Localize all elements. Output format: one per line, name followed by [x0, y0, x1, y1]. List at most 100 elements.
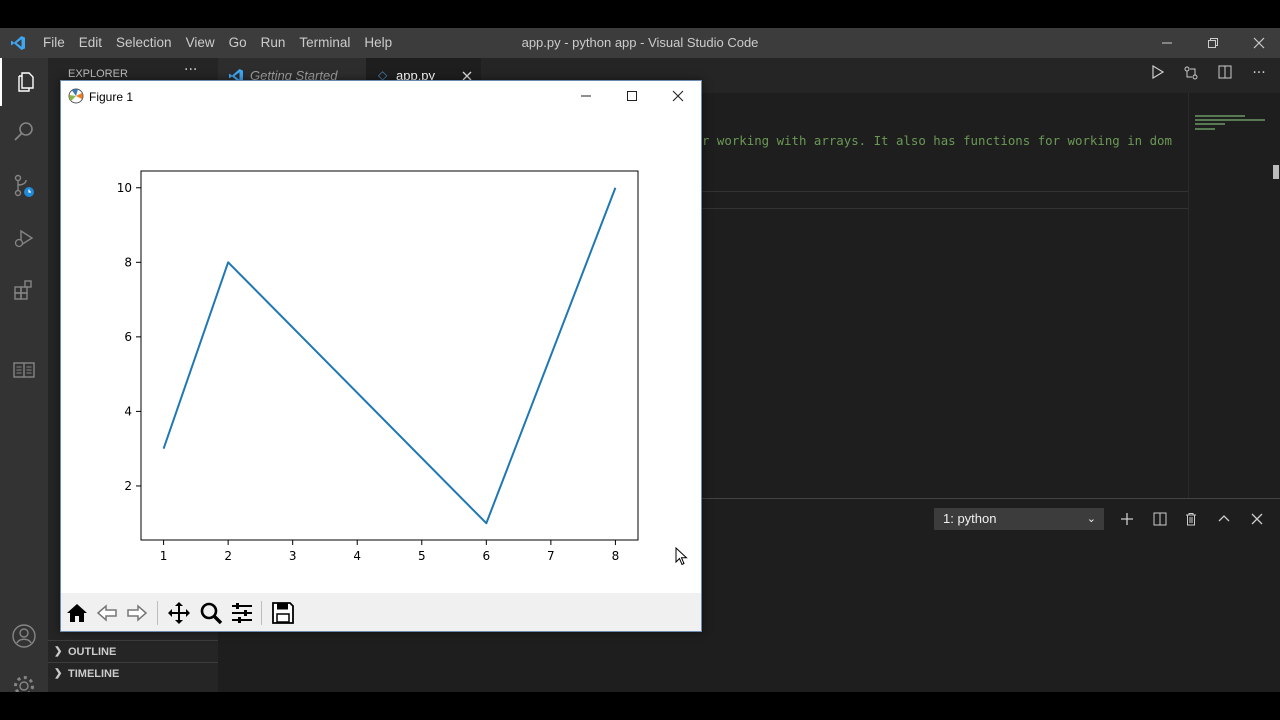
menu-view[interactable]: View — [179, 28, 222, 58]
pan-button[interactable] — [165, 600, 193, 626]
menu-edit[interactable]: Edit — [72, 28, 109, 58]
manage-activity[interactable] — [0, 662, 48, 692]
extensions-activity[interactable] — [0, 266, 48, 314]
y-tick-label: 8 — [124, 255, 132, 269]
configure-subplots-button[interactable] — [228, 600, 256, 626]
files-icon — [18, 72, 34, 92]
menu-selection[interactable]: Selection — [109, 28, 179, 58]
x-tick-label: 2 — [224, 549, 232, 563]
search-icon — [14, 122, 33, 141]
screen: File Edit Selection View Go Run Terminal… — [0, 0, 1280, 720]
trash-icon — [1186, 513, 1196, 526]
book-icon — [13, 362, 35, 378]
plot-canvas[interactable]: 1 2 3 4 5 6 7 8 2 4 6 8 10 — [61, 113, 701, 593]
axes-frame — [140, 170, 639, 541]
vscode-logo-icon — [11, 36, 25, 50]
back-icon — [96, 604, 117, 622]
minimize-button[interactable] — [1144, 28, 1190, 58]
close-window-button[interactable] — [1236, 28, 1280, 58]
minimap-slider[interactable] — [1273, 165, 1279, 179]
close-panel-button[interactable] — [1245, 508, 1269, 530]
outline-label: OUTLINE — [68, 646, 117, 658]
y-axis: 2 4 6 8 10 — [117, 181, 141, 493]
outline-section[interactable]: ❯ OUTLINE — [48, 640, 218, 662]
source-control-activity[interactable] — [0, 162, 48, 210]
more-actions-icon[interactable]: ··· — [1248, 65, 1270, 85]
close-icon — [1251, 513, 1263, 525]
y-tick-label: 4 — [124, 404, 132, 418]
minimap[interactable] — [1188, 93, 1280, 498]
terminal-select-value: 1: python — [943, 511, 997, 526]
minimize-icon — [581, 95, 591, 97]
docs-activity[interactable] — [0, 346, 48, 394]
timeline-section[interactable]: ❯ TIMELINE — [48, 662, 218, 684]
gear-icon — [14, 676, 34, 692]
zoom-button[interactable] — [197, 600, 225, 626]
title-bar: File Edit Selection View Go Run Terminal… — [0, 28, 1280, 58]
kill-terminal-button[interactable] — [1179, 508, 1203, 530]
run-icon[interactable] — [1146, 64, 1168, 85]
matplotlib-logo-icon — [68, 88, 84, 104]
activity-bar — [0, 58, 48, 692]
timeline-label: TIMELINE — [68, 668, 120, 680]
sidebar-title: EXPLORER — [68, 68, 128, 80]
figure-maximize-button[interactable] — [609, 81, 655, 111]
explorer-activity[interactable] — [0, 58, 48, 106]
menu-go[interactable]: Go — [222, 28, 254, 58]
extensions-icon — [14, 280, 32, 300]
figure-close-button[interactable] — [655, 81, 701, 111]
save-icon — [272, 602, 294, 624]
chevron-down-icon: ⌄ — [1086, 513, 1096, 525]
save-button[interactable] — [269, 600, 297, 626]
account-icon — [12, 624, 36, 648]
close-icon — [672, 90, 684, 102]
figure-title: Figure 1 — [89, 90, 134, 104]
zoom-icon — [200, 602, 223, 625]
restore-icon — [1208, 38, 1218, 48]
menu-terminal[interactable]: Terminal — [292, 28, 357, 58]
x-tick-label: 6 — [482, 549, 490, 563]
terminal-select[interactable]: 1: python ⌄ — [934, 508, 1104, 530]
more-actions-icon[interactable]: ··· — [184, 62, 197, 78]
pan-icon — [168, 602, 190, 624]
mouse-cursor-icon — [675, 547, 688, 566]
split-terminal-button[interactable] — [1148, 508, 1172, 530]
home-icon — [67, 604, 87, 622]
window-title: app.py - python app - Visual Studio Code — [521, 35, 759, 50]
maximize-panel-button[interactable] — [1212, 508, 1236, 530]
toolbar-separator — [157, 601, 158, 625]
configure-icon — [232, 603, 252, 623]
menu-run[interactable]: Run — [254, 28, 293, 58]
y-tick-label: 2 — [124, 479, 132, 493]
menu-help[interactable]: Help — [357, 28, 399, 58]
y-tick-label: 10 — [117, 181, 132, 195]
search-activity[interactable] — [0, 108, 48, 156]
open-changes-icon[interactable] — [1180, 65, 1202, 85]
forward-icon — [127, 604, 148, 622]
split-editor-icon[interactable] — [1214, 65, 1236, 85]
run-debug-activity[interactable] — [0, 214, 48, 262]
maximize-icon — [627, 91, 637, 101]
figure-minimize-button[interactable] — [563, 81, 609, 111]
close-icon — [1253, 37, 1265, 49]
forward-button[interactable] — [123, 600, 151, 626]
run-debug-icon — [14, 229, 34, 248]
new-terminal-button[interactable] — [1115, 508, 1139, 530]
chevron-right-icon: ❯ — [54, 646, 63, 657]
x-axis: 1 2 3 4 5 6 7 8 — [160, 540, 619, 563]
plus-icon — [1121, 513, 1133, 525]
menu-bar: File Edit Selection View Go Run Terminal… — [36, 28, 399, 58]
figure-title-bar: Figure 1 — [61, 81, 701, 113]
x-tick-label: 4 — [353, 549, 361, 563]
y-tick-label: 6 — [124, 330, 132, 344]
home-button[interactable] — [63, 600, 91, 626]
editor-rule — [702, 191, 1188, 192]
menu-file[interactable]: File — [36, 28, 72, 58]
editor-rule — [702, 208, 1188, 209]
accounts-activity[interactable] — [0, 612, 48, 660]
figure-window: Figure 1 1 2 3 4 5 6 7 8 2 4 6 8 10 — [60, 80, 702, 632]
back-button[interactable] — [93, 600, 121, 626]
x-tick-label: 1 — [160, 549, 168, 563]
restore-button[interactable] — [1190, 28, 1236, 58]
figure-toolbar — [61, 593, 701, 631]
